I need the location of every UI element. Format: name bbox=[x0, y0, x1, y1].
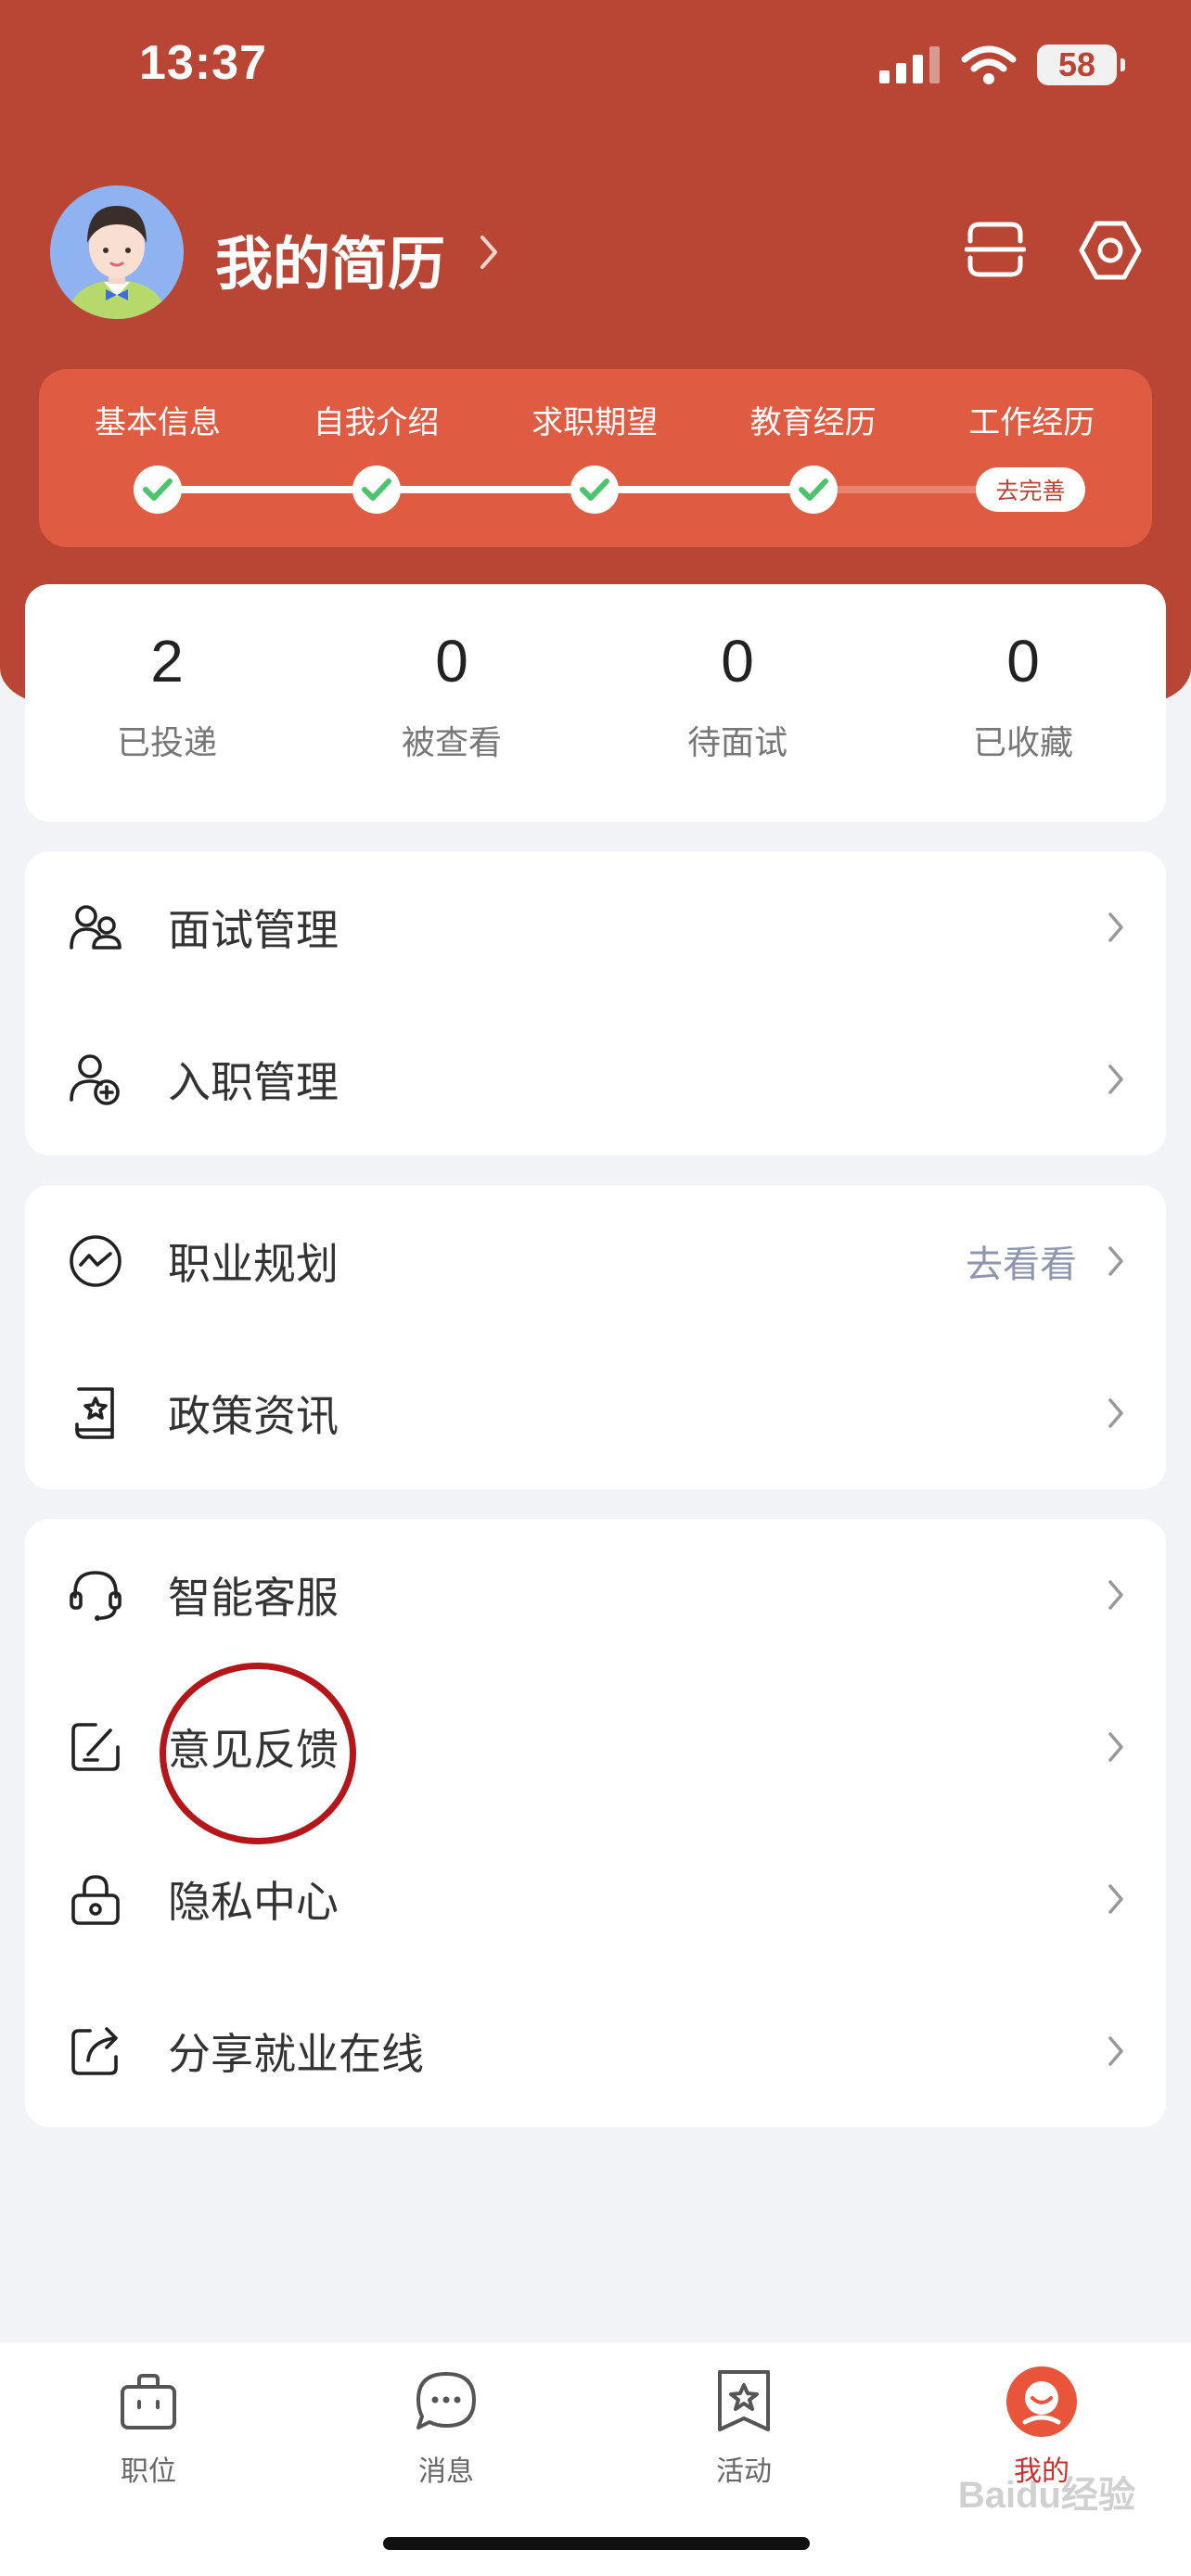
battery-indicator: 58 bbox=[1037, 45, 1125, 85]
step-check-icon bbox=[134, 465, 183, 514]
menu-item-label: 隐私中心 bbox=[168, 1877, 339, 1927]
progress-track bbox=[376, 486, 596, 493]
lock-icon bbox=[71, 1875, 120, 1925]
signal-icon bbox=[879, 46, 940, 83]
menu-item-career-wave[interactable]: 职业规划 去看看 bbox=[25, 1185, 1166, 1337]
chevron-right-icon bbox=[1108, 1732, 1123, 1762]
chat-icon bbox=[416, 2372, 476, 2429]
stat-label: 已收藏 bbox=[972, 724, 1073, 762]
briefcase-icon bbox=[121, 2374, 176, 2429]
tab-label: 活动 bbox=[716, 2455, 772, 2488]
complete-resume-button[interactable]: 去完善 bbox=[976, 467, 1085, 512]
chevron-right-icon bbox=[1108, 2036, 1123, 2066]
avatar-illustration-icon bbox=[50, 185, 184, 319]
stat-value: 2 bbox=[150, 628, 184, 695]
menu-group: 面试管理 入职管理 bbox=[25, 851, 1166, 1155]
step-check-icon bbox=[570, 465, 620, 514]
stat-label: 待面试 bbox=[686, 724, 788, 762]
tab-chat[interactable]: 消息 bbox=[353, 2365, 539, 2489]
watermark: Baidu经验 bbox=[957, 2475, 1135, 2516]
menu-item-label: 职业规划 bbox=[168, 1239, 339, 1289]
chevron-right-icon bbox=[1108, 1398, 1123, 1428]
settings-icon[interactable] bbox=[1078, 219, 1143, 282]
chevron-right-icon bbox=[1108, 1246, 1123, 1276]
menu-item-label: 智能客服 bbox=[168, 1573, 339, 1623]
chevron-right-icon bbox=[1108, 1580, 1123, 1610]
resume-progress-card[interactable]: 基本信息 自我介绍 求职期望 教育经历 工作经历 去完善 bbox=[39, 369, 1152, 547]
home-indicator[interactable] bbox=[383, 2537, 810, 2550]
chevron-right-icon bbox=[1108, 912, 1123, 942]
stat-label: 已投递 bbox=[116, 724, 217, 762]
stat-item[interactable]: 0 被查看 bbox=[313, 584, 591, 764]
interview-users-icon bbox=[70, 905, 122, 950]
resume-title[interactable]: 我的简历 bbox=[215, 217, 445, 300]
progress-step-label: 求职期望 bbox=[531, 404, 659, 441]
progress-track bbox=[158, 486, 377, 493]
activity-star-icon bbox=[718, 2370, 770, 2431]
stat-item[interactable]: 0 已收藏 bbox=[884, 584, 1162, 764]
share-icon bbox=[71, 2027, 118, 2075]
step-check-icon bbox=[352, 465, 401, 514]
progress-step-label: 基本信息 bbox=[95, 404, 222, 441]
tab-label: 职位 bbox=[121, 2455, 176, 2488]
progress-step-label: 教育经历 bbox=[749, 404, 877, 441]
policy-doc-icon bbox=[75, 1387, 114, 1439]
stat-item[interactable]: 0 待面试 bbox=[598, 584, 877, 764]
status-icons: 58 bbox=[879, 45, 1125, 85]
stat-item[interactable]: 2 已投递 bbox=[28, 584, 306, 764]
avatar[interactable] bbox=[50, 185, 184, 319]
menu-item-user-add[interactable]: 入职管理 bbox=[25, 1003, 1166, 1155]
step-check-icon bbox=[788, 465, 838, 514]
menu-item-share[interactable]: 分享就业在线 bbox=[25, 1975, 1166, 2127]
career-wave-icon bbox=[70, 1235, 122, 1287]
chevron-right-icon[interactable] bbox=[479, 234, 499, 271]
tab-label: 消息 bbox=[418, 2455, 474, 2488]
menu-item-hint: 去看看 bbox=[966, 1243, 1077, 1286]
scan-icon[interactable] bbox=[965, 219, 1026, 280]
chevron-right-icon bbox=[1108, 1065, 1123, 1094]
menu-item-label: 分享就业在线 bbox=[168, 2029, 424, 2079]
menu-item-headset[interactable]: 智能客服 bbox=[25, 1519, 1166, 1671]
chevron-right-icon bbox=[1108, 1884, 1123, 1914]
menu-group: 职业规划 去看看政策资讯 bbox=[25, 1185, 1166, 1489]
status-time: 13:37 bbox=[139, 36, 267, 90]
stat-value: 0 bbox=[435, 628, 468, 695]
stat-label: 被查看 bbox=[401, 724, 502, 762]
wifi-icon bbox=[961, 45, 1017, 84]
profile-icon bbox=[1006, 2366, 1077, 2437]
progress-step-label: 自我介绍 bbox=[313, 404, 440, 441]
menu-item-interview-users[interactable]: 面试管理 bbox=[25, 851, 1166, 1003]
stat-value: 0 bbox=[1006, 628, 1040, 695]
menu-item-lock[interactable]: 隐私中心 bbox=[25, 1823, 1166, 1975]
headset-icon bbox=[70, 1571, 122, 1621]
stats-card: 2 已投递 0 被查看 0 待面试 0 已收藏 bbox=[25, 584, 1166, 822]
tab-briefcase[interactable]: 职位 bbox=[56, 2365, 241, 2489]
stat-value: 0 bbox=[721, 628, 754, 695]
menu-item-label: 政策资讯 bbox=[168, 1391, 339, 1441]
menu-item-label: 入职管理 bbox=[168, 1057, 339, 1107]
progress-step-label: 工作经历 bbox=[968, 404, 1095, 441]
user-add-icon bbox=[70, 1054, 120, 1105]
menu-item-label: 面试管理 bbox=[168, 905, 339, 955]
tab-activity-star[interactable]: 活动 bbox=[651, 2365, 837, 2489]
progress-track bbox=[595, 486, 813, 493]
menu-item-policy-doc[interactable]: 政策资讯 bbox=[25, 1337, 1166, 1489]
annotation-circle bbox=[160, 1663, 356, 1844]
feedback-edit-icon bbox=[71, 1723, 120, 1771]
